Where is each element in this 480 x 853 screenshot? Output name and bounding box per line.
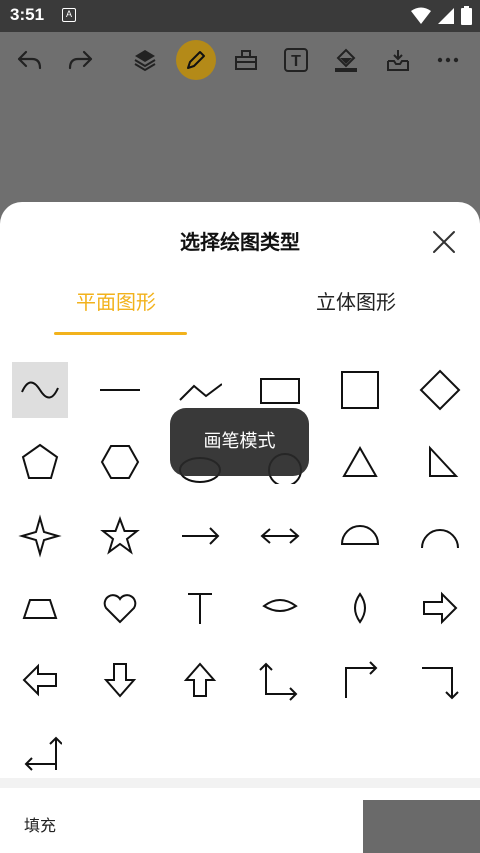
shape-five-point-star[interactable] [92,508,148,564]
trapezoid-icon [22,599,58,619]
shape-arrow-both[interactable] [252,508,308,564]
notification-icon: A [62,8,76,22]
shape-block-arrow-down[interactable] [92,652,148,708]
drawing-toolbar: T [0,32,480,88]
elbow-down-right-icon [259,662,298,701]
elbow-up-right-icon [345,661,378,698]
semicircle-icon [340,525,380,545]
text-icon-glyph: T [291,53,301,70]
four-point-star-icon [18,514,62,558]
t-shape-icon [188,593,212,624]
rectangle-icon [260,378,300,404]
status-icons [411,6,472,25]
layers-icon [134,50,156,72]
shape-trapezoid[interactable] [12,580,68,636]
status-bar: 3:51 A [0,0,480,32]
shape-block-arrow-left[interactable] [12,652,68,708]
close-icon[interactable] [430,228,458,256]
sheet-title: 选择绘图类型 [180,230,300,254]
fill-row[interactable]: 填充 [0,788,480,853]
block-arrow-up-icon [183,662,217,697]
shape-leaf[interactable] [332,580,388,636]
tab-plane-shapes[interactable]: 平面图形 [76,286,156,315]
heart-icon [103,594,137,624]
polyline-icon [179,383,222,401]
right-triangle-icon [429,445,459,477]
shape-block-arrow-right[interactable] [412,580,468,636]
square-icon [341,371,379,409]
fill-bucket-icon [335,48,357,72]
undo-icon [17,50,42,70]
shape-picker-sheet: 选择绘图类型 平面图形 立体图形 画笔模式 填充 [0,202,480,853]
shape-diamond[interactable] [412,362,468,418]
shape-line[interactable] [92,362,148,418]
eraser-icon [235,50,257,70]
wave-icon [21,381,59,399]
shape-hexagon[interactable] [92,434,148,490]
diamond-icon [419,369,461,411]
shape-square[interactable] [332,362,388,418]
status-time: 3:51 [10,5,45,24]
eraser-button[interactable] [226,40,266,80]
line-icon [100,389,140,391]
shape-arrow-right[interactable] [172,508,228,564]
eye-lens-icon [262,599,298,612]
shape-four-point-star[interactable] [12,508,68,564]
shape-text[interactable] [172,580,228,636]
pen-button[interactable] [176,40,216,80]
shape-right-triangle[interactable] [412,434,468,490]
pen-icon [187,51,205,69]
save-button[interactable] [378,40,418,80]
triangle-icon [342,445,378,477]
more-icon [437,57,459,63]
elbow-right-down-icon [422,667,459,700]
block-arrow-down-icon [103,663,137,698]
text-button[interactable]: T [276,40,316,80]
redo-icon [68,50,93,70]
shape-freehand-wave[interactable] [12,362,68,418]
fill-label: 填充 [24,816,57,835]
redo-button[interactable] [60,40,100,80]
fill-preview [363,800,480,853]
drawing-canvas[interactable] [0,88,480,208]
shape-pentagon[interactable] [12,434,68,490]
shape-eye-lens[interactable] [252,580,308,636]
pentagon-icon [21,443,59,479]
layers-button[interactable] [125,40,165,80]
arrow-right-icon [182,527,220,545]
shape-triangle[interactable] [332,434,388,490]
shape-elbow-down-right[interactable] [252,652,308,708]
hexagon-icon [100,445,140,479]
arc-icon [421,529,459,549]
section-divider [0,778,480,788]
signal-icon [438,7,454,24]
shape-block-arrow-up[interactable] [172,652,228,708]
mode-toast: 画笔模式 [170,408,309,476]
shape-arc[interactable] [412,508,468,564]
tab-solid-shapes[interactable]: 立体图形 [316,286,396,315]
more-button[interactable] [428,40,468,80]
battery-icon [461,6,472,25]
block-arrow-right-icon [423,591,458,625]
active-tab-indicator [54,332,187,335]
fill-bucket-button[interactable] [326,40,366,80]
shape-semicircle[interactable] [332,508,388,564]
wifi-icon [411,7,431,24]
shape-elbow-right-down[interactable] [412,652,468,708]
shape-elbow-left-up[interactable] [12,724,68,780]
text-icon: T [284,48,308,72]
shape-heart[interactable] [92,580,148,636]
star-icon [100,516,140,555]
elbow-left-up-icon [24,736,62,771]
block-arrow-left-icon [22,663,57,697]
arrow-both-icon [260,528,300,544]
leaf-icon [354,592,366,624]
save-tray-icon [387,50,409,71]
shape-elbow-up-right[interactable] [332,652,388,708]
undo-button[interactable] [10,40,50,80]
